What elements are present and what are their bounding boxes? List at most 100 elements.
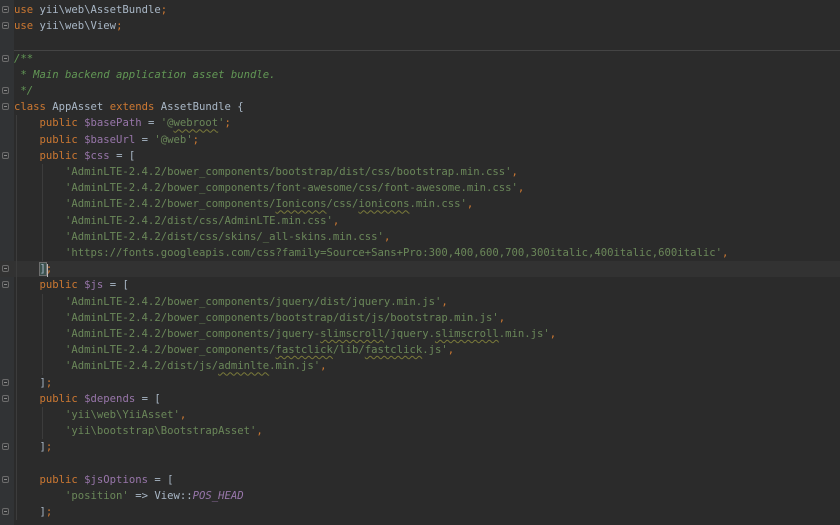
code-line[interactable]: 'AdminLTE-2.4.2/dist/css/skins/_all-skin… <box>0 229 840 245</box>
code-token: /lib/ <box>332 344 365 357</box>
fold-toggle-icon[interactable] <box>2 281 9 289</box>
code-line[interactable]: ]; <box>0 375 840 391</box>
code-line[interactable]: 'AdminLTE-2.4.2/bower_components/jquery/… <box>0 294 840 310</box>
code-line[interactable]: 'yii\web\YiiAsset', <box>0 407 840 423</box>
code-token: .min.js' <box>269 360 321 373</box>
code-token: public <box>14 117 85 130</box>
code-line[interactable]: 'AdminLTE-2.4.2/bower_components/bootstr… <box>0 164 840 180</box>
code-token: AssetBundle { <box>160 101 244 114</box>
code-token: POS_HEAD <box>192 490 244 502</box>
code-editor[interactable]: use yii\web\AssetBundle; use yii\web\View… <box>0 0 840 525</box>
code-line[interactable]: public $depends = [ <box>0 391 840 407</box>
fold-toggle-icon[interactable] <box>2 443 9 451</box>
code-token: $basePath <box>84 117 142 130</box>
code-token: yii\web\View <box>33 20 117 33</box>
code-token: = [ <box>147 473 174 486</box>
code-token: yii\web\AssetBundle <box>33 4 161 16</box>
fold-toggle-icon[interactable] <box>2 265 9 273</box>
code-line[interactable]: 'AdminLTE-2.4.2/dist/css/AdminLTE.min.cs… <box>0 213 840 229</box>
code-token: 'AdminLTE-2.4.2/dist/js/ <box>14 360 219 373</box>
code-token: 'AdminLTE-2.4.2/dist/css/skins/_all-skin… <box>14 230 384 243</box>
code-token: public <box>14 149 85 162</box>
code-token: .min.js' <box>498 328 550 340</box>
fold-toggle-icon[interactable] <box>2 87 9 94</box>
code-line[interactable]: 'AdminLTE-2.4.2/dist/js/adminlte.min.js'… <box>0 358 840 374</box>
code-token: adminlte <box>218 360 270 373</box>
code-line-text: use yii\web\View; <box>14 18 122 34</box>
code-line[interactable]: ]; <box>0 439 840 455</box>
code-line[interactable]: 'https://fonts.googleapis.com/css?family… <box>0 245 840 261</box>
code-line[interactable]: * Main backend application asset bundle. <box>0 67 840 83</box>
fold-toggle-icon[interactable] <box>2 103 9 111</box>
code-line[interactable] <box>0 456 840 472</box>
indent-guide <box>42 407 43 440</box>
code-token: $css <box>84 149 110 162</box>
code-line[interactable]: use yii\web\View; <box>0 18 840 34</box>
code-token: 'AdminLTE-2.4.2/bower_components/bootstr… <box>14 311 499 324</box>
code-line[interactable]: 'AdminLTE-2.4.2/bower_components/jquery-… <box>0 326 840 342</box>
code-line-text: 'AdminLTE-2.4.2/dist/css/AdminLTE.min.cs… <box>14 213 339 229</box>
code-token: , <box>721 247 729 259</box>
code-line-text: 'AdminLTE-2.4.2/bower_components/Ionicon… <box>14 196 473 212</box>
code-line[interactable]: 'yii\bootstrap\BootstrapAsset', <box>0 423 840 439</box>
code-token: use <box>14 20 34 33</box>
code-line[interactable]: public $jsOptions = [ <box>0 472 840 488</box>
code-line[interactable]: use yii\web\AssetBundle; <box>0 2 840 18</box>
fold-toggle-icon[interactable] <box>2 54 9 62</box>
code-line[interactable]: 'position' => View::POS_HEAD <box>0 488 840 504</box>
code-line[interactable]: 'AdminLTE-2.4.2/bower_components/Ionicon… <box>0 196 840 212</box>
code-token: use <box>14 4 34 16</box>
code-token: public <box>14 392 85 405</box>
code-token: public <box>14 133 85 146</box>
code-line[interactable]: /** <box>0 51 840 67</box>
indent-guide <box>16 115 17 521</box>
code-line-text: /** <box>14 51 33 67</box>
code-token: 'AdminLTE-2.4.2/dist/css/AdminLTE.min.cs… <box>14 214 333 227</box>
code-line[interactable]: */ <box>0 83 840 99</box>
code-token: 'AdminLTE-2.4.2/bower_components/font-aw… <box>14 182 518 195</box>
code-token: , <box>320 360 327 373</box>
fold-toggle-icon[interactable] <box>2 378 9 386</box>
code-line[interactable]: 'AdminLTE-2.4.2/bower_components/font-aw… <box>0 180 840 196</box>
code-line-text: 'AdminLTE-2.4.2/dist/js/adminlte.min.js'… <box>14 358 327 374</box>
code-token: fastclick <box>364 344 423 357</box>
code-token: ; <box>116 20 123 33</box>
fold-toggle-icon[interactable] <box>2 508 9 516</box>
code-token: '@ <box>160 117 174 130</box>
code-token: 'AdminLTE-2.4.2/bower_components/bootstr… <box>14 166 512 178</box>
code-line-text: */ <box>14 83 33 99</box>
code-line[interactable]: public $css = [ <box>0 148 840 164</box>
code-token: slimscroll <box>434 328 499 340</box>
code-token: ionicons <box>358 198 410 211</box>
code-token: = <box>141 117 161 130</box>
code-line[interactable]: class AppAsset extends AssetBundle { <box>0 99 840 115</box>
code-token: 'position' <box>14 490 129 502</box>
code-line[interactable]: 'AdminLTE-2.4.2/bower_components/bootstr… <box>0 310 840 326</box>
code-line[interactable]: public $js = [ <box>0 277 840 293</box>
code-token: .min.css' <box>409 198 467 211</box>
fold-toggle-icon[interactable] <box>2 22 9 30</box>
fold-toggle-icon[interactable] <box>2 6 9 13</box>
code-line-text: public $baseUrl = '@web'; <box>14 132 200 148</box>
code-token: 'AdminLTE-2.4.2/bower_components/ <box>14 198 276 211</box>
code-line-text: ]; <box>14 375 53 391</box>
code-token: /css/ <box>326 198 359 211</box>
code-line[interactable]: ]; <box>0 504 840 520</box>
code-line[interactable] <box>0 34 840 50</box>
fold-toggle-icon[interactable] <box>2 394 9 402</box>
code-token: , <box>447 344 455 357</box>
code-token: /jquery. <box>383 328 435 340</box>
code-line[interactable]: 'AdminLTE-2.4.2/bower_components/fastcli… <box>0 342 840 358</box>
code-token: ; <box>224 117 231 130</box>
code-token: webroot <box>173 117 219 130</box>
code-token: , <box>498 311 506 324</box>
code-line[interactable]: public $basePath = '@webroot'; <box>0 115 840 131</box>
fold-toggle-icon[interactable] <box>2 151 9 159</box>
fold-toggle-icon[interactable] <box>2 475 9 483</box>
code-line[interactable]: ]; <box>0 261 840 278</box>
code-token: .js' <box>422 344 448 357</box>
code-line-text: use yii\web\AssetBundle; <box>14 2 167 18</box>
code-line[interactable]: public $baseUrl = '@web'; <box>0 132 840 148</box>
code-token: , <box>441 295 448 308</box>
code-token: /** <box>14 52 34 65</box>
